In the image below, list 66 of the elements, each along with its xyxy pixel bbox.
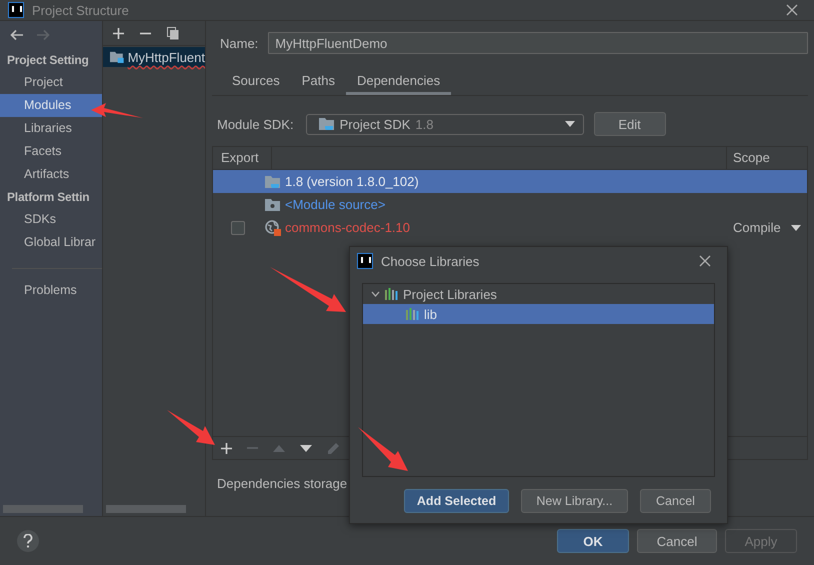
dependency-row[interactable]: 1.8 (version 1.8.0_102) <box>213 170 807 193</box>
module-item[interactable]: MyHttpFluent <box>103 47 205 67</box>
scrollbar[interactable] <box>3 505 83 513</box>
help-button[interactable] <box>17 530 39 552</box>
sidebar-item[interactable]: Artifacts <box>0 163 102 186</box>
move-down-icon[interactable] <box>300 444 312 452</box>
column-header[interactable]: Scope <box>727 147 807 169</box>
folder-icon <box>265 174 281 188</box>
edit-button[interactable]: Edit <box>594 112 666 136</box>
scrollbar[interactable] <box>106 505 186 513</box>
section-heading: Project Setting <box>6 52 90 69</box>
question-mark-icon <box>23 534 33 548</box>
globe-icon <box>265 220 281 236</box>
sidebar-item[interactable]: SDKs <box>0 208 102 231</box>
scope-value: Compile <box>733 220 781 235</box>
add-icon[interactable] <box>221 442 232 454</box>
close-icon[interactable] <box>699 255 711 267</box>
dialog-button[interactable]: New Library... <box>521 489 628 513</box>
sidebar-item[interactable]: Facets <box>0 140 102 163</box>
name-label: Name: <box>220 36 258 50</box>
app-logo-icon <box>8 2 24 18</box>
tree-item[interactable]: Project Libraries <box>363 284 714 304</box>
tab[interactable]: Sources <box>221 71 291 95</box>
annotation-arrow <box>358 427 408 471</box>
library-icon <box>406 308 419 320</box>
sidebar-item[interactable]: Modules <box>0 94 102 117</box>
close-icon[interactable] <box>786 4 798 16</box>
section-heading: Platform Settin <box>6 189 90 206</box>
folder-icon <box>265 198 281 212</box>
window-title: Project Structure <box>32 2 129 18</box>
dialog-button[interactable]: Add Selected <box>404 489 509 513</box>
chevron-icon[interactable] <box>371 291 380 297</box>
tab[interactable]: Dependencies <box>346 71 452 95</box>
sidebar-item[interactable]: Project <box>0 71 102 94</box>
sdk-dropdown[interactable]: Project SDK 1.8 <box>306 114 584 134</box>
dependency-name: commons-codec-1.10 <box>285 220 410 235</box>
copy-icon[interactable] <box>167 26 179 40</box>
export-checkbox[interactable] <box>231 220 245 234</box>
module-name: MyHttpFluent <box>128 50 205 64</box>
sidebar-item[interactable]: Problems <box>0 279 102 302</box>
dependency-row[interactable]: <Module source> <box>213 193 807 216</box>
name-field[interactable]: MyHttpFluentDemo <box>268 32 808 54</box>
dialog-button[interactable]: Cancel <box>637 529 717 553</box>
module-sdk-label: Module SDK: <box>217 116 294 132</box>
dialog-button[interactable]: Cancel <box>640 489 711 513</box>
storage-label: Dependencies storage <box>216 476 348 491</box>
tab[interactable]: Paths <box>290 71 346 95</box>
caret-icon[interactable] <box>790 224 801 230</box>
sidebar-item[interactable]: Libraries <box>0 117 102 140</box>
dependency-name: <Module source> <box>285 197 386 212</box>
folder-icon <box>318 117 335 131</box>
back-icon[interactable] <box>10 29 24 41</box>
dependency-row[interactable]: commons-codec-1.10 Compile <box>213 216 807 239</box>
annotation-arrow <box>91 103 143 118</box>
app-logo-icon <box>357 253 373 269</box>
sidebar-item[interactable]: Global Librar <box>0 231 102 254</box>
library-icon <box>385 288 398 300</box>
annotation-arrow <box>167 410 215 445</box>
caret-icon <box>564 121 575 127</box>
add-icon[interactable] <box>113 28 124 38</box>
dependency-name: 1.8 (version 1.8.0_102) <box>285 174 419 189</box>
tree-item[interactable]: lib <box>363 304 714 324</box>
folder-icon <box>110 50 124 64</box>
dialog-title: Choose Libraries <box>381 254 480 268</box>
dialog-button[interactable]: OK <box>557 529 629 553</box>
column-header[interactable]: Export <box>213 147 271 169</box>
